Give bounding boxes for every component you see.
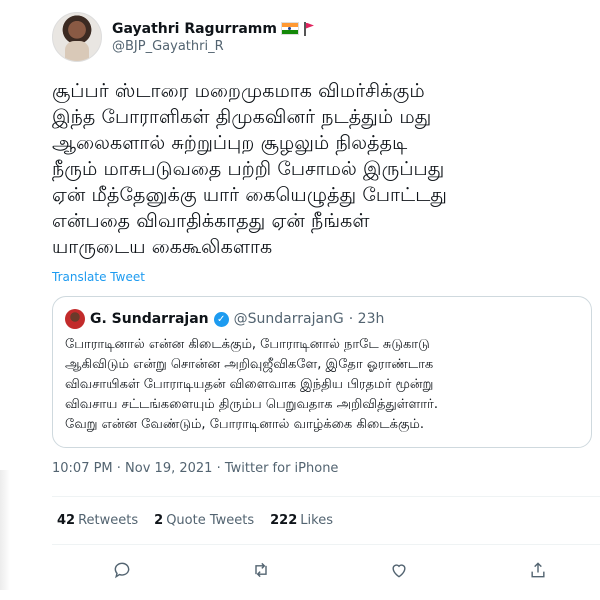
retweets-count: 42: [57, 513, 76, 528]
quoted-tweet-header: G. Sundarrajan ✓ @SundarrajanG · 23h: [65, 309, 384, 329]
red-flag-icon: [303, 21, 315, 36]
tweet-actions: [110, 558, 550, 582]
likes-label: Likes: [300, 513, 333, 528]
avatar[interactable]: [52, 12, 102, 62]
quoted-tweet-card[interactable]: G. Sundarrajan ✓ @SundarrajanG · 23h போர…: [52, 296, 592, 448]
background-shadow: [0, 470, 10, 590]
quoted-age: · 23h: [348, 311, 385, 327]
likes-stat[interactable]: 222 Likes: [270, 513, 333, 528]
quoted-handle: @SundarrajanG: [233, 311, 344, 327]
likes-count: 222: [270, 513, 298, 528]
retweets-label: Retweets: [78, 513, 139, 528]
quote-tweets-label: Quote Tweets: [166, 513, 255, 528]
tweet-stats: 42 Retweets 2 Quote Tweets 222 Likes: [57, 513, 333, 528]
tweet-text: சூப்பர் ஸ்டாரை மறைமுகமாக விமர்சிக்கும் இ…: [52, 80, 448, 258]
india-flag-icon: [280, 22, 299, 35]
like-icon[interactable]: [387, 558, 411, 582]
tweet-header: Gayathri Ragurramm @BJP_Gayathri_R: [52, 12, 315, 62]
author-names: Gayathri Ragurramm @BJP_Gayathri_R: [112, 21, 315, 54]
divider: [52, 544, 600, 545]
tweet-timestamp[interactable]: 10:07 PM · Nov 19, 2021 · Twitter for iP…: [52, 461, 338, 476]
quote-tweets-count: 2: [154, 513, 164, 528]
quoted-display-name: G. Sundarrajan: [90, 311, 209, 327]
retweet-icon[interactable]: [249, 558, 273, 582]
divider: [52, 496, 600, 497]
author-display-name[interactable]: Gayathri Ragurramm: [112, 21, 277, 37]
quote-tweets-stat[interactable]: 2 Quote Tweets: [154, 513, 254, 528]
reply-icon[interactable]: [110, 558, 134, 582]
quoted-avatar: [65, 309, 85, 329]
name-row: Gayathri Ragurramm: [112, 21, 315, 37]
quoted-tweet-text: போராடினால் என்ன கிடைக்கும், போராடினால் ந…: [65, 337, 438, 432]
author-handle[interactable]: @BJP_Gayathri_R: [112, 39, 315, 54]
translate-tweet-link[interactable]: Translate Tweet: [52, 270, 145, 284]
verified-badge-icon: ✓: [213, 311, 229, 327]
share-icon[interactable]: [526, 558, 550, 582]
retweets-stat[interactable]: 42 Retweets: [57, 513, 138, 528]
